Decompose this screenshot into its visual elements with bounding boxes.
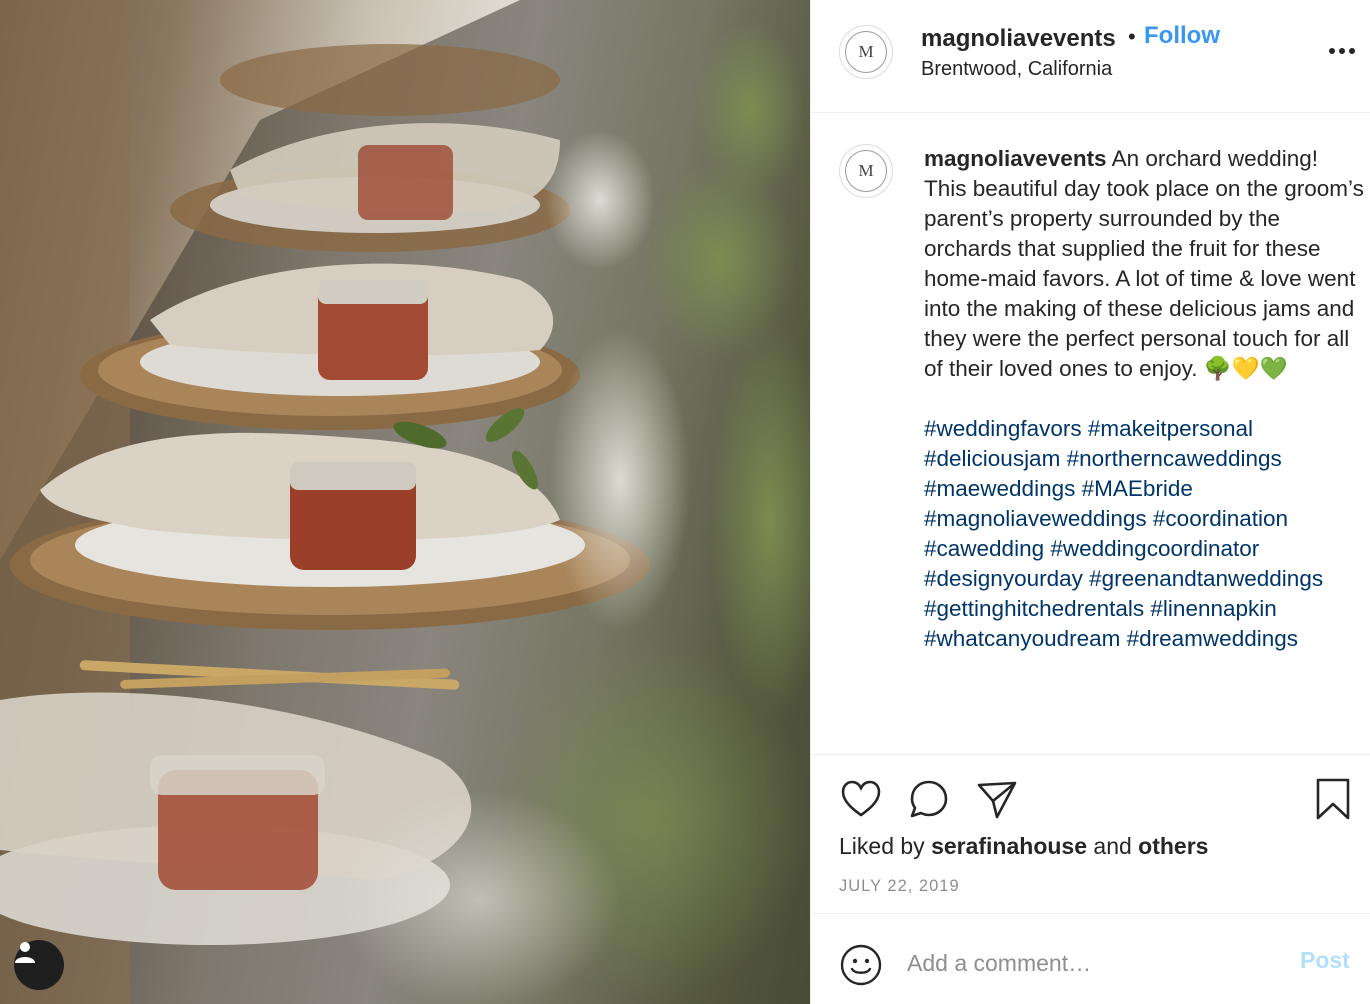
hashtag-link[interactable]: #linennapkin <box>1150 596 1276 621</box>
avatar-logo: M <box>845 150 887 192</box>
post-date[interactable]: JULY 22, 2019 <box>839 877 960 896</box>
hashtag-link[interactable]: #whatcanyoudream <box>924 626 1120 651</box>
caption-username[interactable]: magnoliavevents <box>924 146 1107 171</box>
likes-prefix: Liked by <box>839 833 925 859</box>
user-tag-icon <box>15 942 35 963</box>
hashtag-link[interactable]: #cawedding <box>924 536 1044 561</box>
caption: magnoliavevents An orchard wedding! This… <box>924 144 1364 654</box>
more-options-icon[interactable] <box>1325 36 1359 66</box>
header-separator: • <box>1128 24 1136 49</box>
avatar[interactable]: M <box>839 25 893 79</box>
hashtag-link[interactable]: #designyourday <box>924 566 1083 591</box>
hashtag-link[interactable]: #maeweddings <box>924 476 1075 501</box>
hashtag-link[interactable]: #gettinghitchedrentals <box>924 596 1144 621</box>
heart-icon[interactable] <box>839 777 883 821</box>
hashtag-link[interactable]: #coordination <box>1153 506 1288 531</box>
likes-summary: Liked by serafinahouse and others <box>839 833 1208 860</box>
comment-input[interactable] <box>907 945 1277 981</box>
hashtag-link[interactable]: #greenandtanweddings <box>1089 566 1323 591</box>
likes-joiner: and <box>1093 833 1132 859</box>
caption-area: M magnoliavevents An orchard wedding! Th… <box>811 114 1370 754</box>
caption-text: An orchard wedding! This beautiful day t… <box>924 146 1364 381</box>
user-tag-button[interactable] <box>14 940 64 990</box>
hashtag-link[interactable]: #deliciousjam <box>924 446 1060 471</box>
liked-by-user[interactable]: serafinahouse <box>931 833 1087 859</box>
header-username[interactable]: magnoliavevents <box>921 25 1116 53</box>
liked-by-others[interactable]: others <box>1138 833 1208 859</box>
comment-bar: Post <box>811 915 1370 1004</box>
hashtag-link[interactable]: #MAEbride <box>1082 476 1193 501</box>
hashtag-link[interactable]: #magnoliaveweddings <box>924 506 1147 531</box>
post-photo[interactable] <box>0 0 810 1004</box>
post-header: M magnoliavevents • Follow Brentwood, Ca… <box>811 0 1370 113</box>
emoji-icon[interactable] <box>839 943 883 987</box>
comment-icon[interactable] <box>907 777 951 821</box>
post-actions: Liked by serafinahouse and others JULY 2… <box>811 754 1370 914</box>
share-icon[interactable] <box>975 777 1019 821</box>
hashtag-list: #weddingfavors #makeitpersonal #deliciou… <box>924 414 1364 654</box>
hashtag-link[interactable]: #dreamweddings <box>1127 626 1298 651</box>
post-comment-button[interactable]: Post <box>1300 947 1350 974</box>
avatar-logo: M <box>845 31 887 73</box>
bookmark-icon[interactable] <box>1311 777 1355 821</box>
location-link[interactable]: Brentwood, California <box>921 58 1112 81</box>
caption-avatar[interactable]: M <box>839 144 893 198</box>
hashtag-link[interactable]: #weddingcoordinator <box>1050 536 1259 561</box>
post-side-panel: M magnoliavevents • Follow Brentwood, Ca… <box>810 0 1370 1004</box>
hashtag-link[interactable]: #makeitpersonal <box>1088 416 1253 441</box>
follow-button[interactable]: Follow <box>1144 22 1220 50</box>
table-setting-illustration <box>0 0 810 1004</box>
hashtag-link[interactable]: #northerncaweddings <box>1067 446 1282 471</box>
instagram-post: M magnoliavevents • Follow Brentwood, Ca… <box>0 0 1370 1004</box>
hashtag-link[interactable]: #weddingfavors <box>924 416 1082 441</box>
